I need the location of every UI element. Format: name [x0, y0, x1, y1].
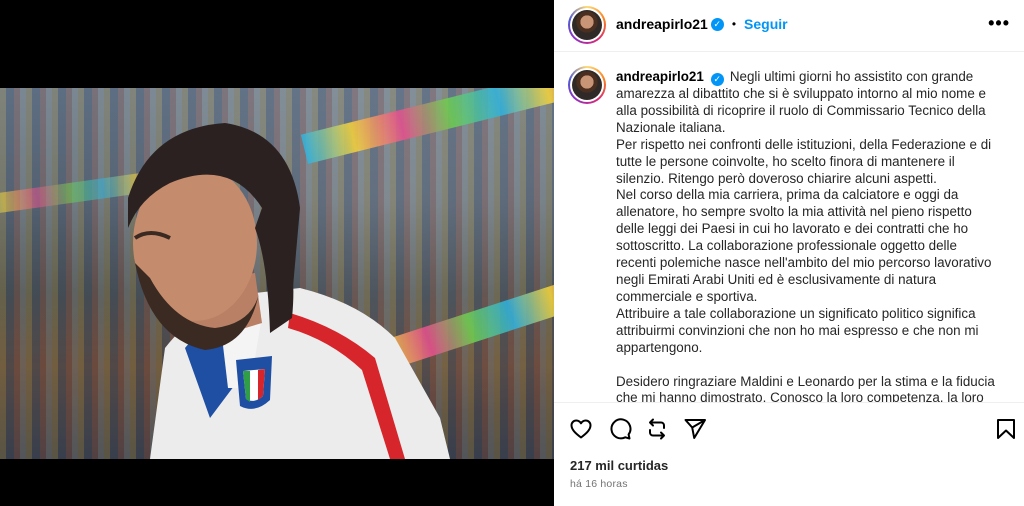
profile-photo: [572, 10, 602, 40]
send-icon[interactable]: [683, 417, 707, 441]
player-figure: [128, 123, 450, 459]
comment-icon[interactable]: [608, 417, 632, 441]
post-header: andreapirlo21 ✓ • Seguir •••: [554, 0, 1024, 52]
caption-username-link[interactable]: andreapirlo21: [616, 69, 704, 84]
caption-paragraph: andreapirlo21 ✓ Negli ultimi giorni ho ass…: [616, 69, 996, 137]
avatar[interactable]: [568, 6, 606, 44]
post-details-panel: andreapirlo21 ✓ • Seguir ••• andreapirlo…: [554, 0, 1024, 506]
repost-icon[interactable]: [645, 417, 669, 441]
caption-paragraph: Attribuire a tale collaborazione un sign…: [616, 305, 979, 355]
caption-paragraph: Per rispetto nei confronti delle istituz…: [616, 136, 992, 186]
bookmark-icon[interactable]: [994, 417, 1018, 441]
post-caption: andreapirlo21 ✓ Negli ultimi giorni ho ass…: [616, 69, 996, 402]
post-actions: 217 mil curtidas há 16 horas: [554, 402, 1024, 506]
verified-badge-icon: ✓: [710, 17, 724, 31]
separator-dot: •: [731, 17, 737, 31]
heart-icon[interactable]: [569, 417, 593, 441]
post-media[interactable]: [0, 0, 554, 506]
caption-scroll-area[interactable]: andreapirlo21 ✓ Negli ultimi giorni ho ass…: [554, 52, 1024, 402]
caption-paragraph: Nel corso della mia carriera, prima da c…: [616, 187, 992, 304]
post-photo: [0, 88, 554, 459]
verified-badge-icon: ✓: [710, 73, 724, 86]
caption-paragraph: Desidero ringraziare Maldini e Leonardo …: [616, 373, 995, 403]
header-user: andreapirlo21 ✓ • Seguir: [616, 16, 788, 32]
more-horizontal-icon[interactable]: •••: [988, 14, 1010, 32]
username-link[interactable]: andreapirlo21: [616, 16, 708, 32]
post-timestamp[interactable]: há 16 horas: [570, 478, 628, 490]
follow-button[interactable]: Seguir: [744, 16, 788, 32]
profile-photo: [572, 70, 602, 100]
caption-avatar[interactable]: [568, 66, 606, 104]
likes-count[interactable]: 217 mil curtidas: [570, 458, 668, 473]
